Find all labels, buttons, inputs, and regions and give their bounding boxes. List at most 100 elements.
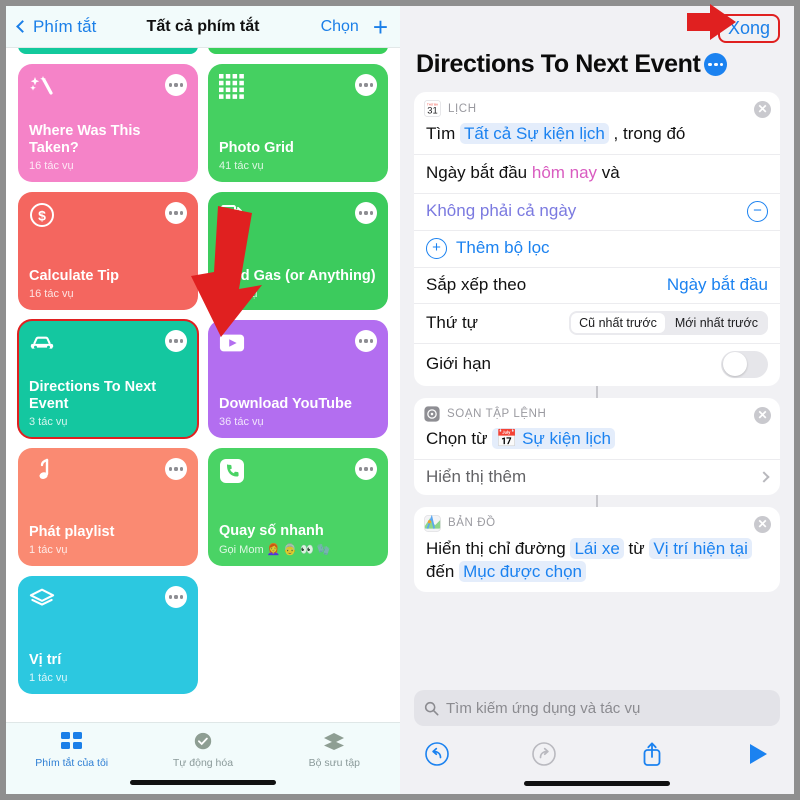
done-button[interactable]: Xong (717, 13, 780, 43)
shortcuts-grid: Where Was This Taken? 16 tác vụ Photo Gr… (17, 48, 388, 694)
screenshot-root: Phím tắt Tất cả phím tắt Chọn + Where Wa… (0, 0, 800, 800)
sort-by-row[interactable]: Sắp xếp theo Ngày bắt đầu (414, 266, 780, 303)
close-circle-icon[interactable]: ✕ (754, 515, 771, 533)
card-menu-button[interactable] (165, 202, 187, 224)
card-title: Calculate Tip (29, 267, 119, 284)
card-footer: Where Was This Taken? 16 tác vụ (29, 123, 187, 172)
action-filter-row[interactable]: Không phải cả ngày − (414, 192, 780, 230)
filter-label[interactable]: Không phải cả ngày (426, 201, 576, 221)
shortcut-card[interactable]: Vị trí 1 tác vụ (18, 576, 198, 694)
card-footer: Download YouTube 36 tác vụ (219, 396, 377, 428)
back-button[interactable]: Phím tắt (16, 17, 96, 37)
magic-wand-icon (30, 76, 53, 95)
search-input[interactable]: Tìm kiếm ứng dụng và tác vụ (414, 690, 780, 726)
undo-button[interactable] (424, 741, 450, 772)
card-menu-button[interactable] (355, 202, 377, 224)
action-parameter-token[interactable]: 📅 Sự kiện lịch (492, 427, 615, 449)
svg-text:31: 31 (427, 106, 437, 116)
tab-gallery[interactable]: Bộ sưu tập (269, 732, 400, 769)
action-card[interactable]: THỨ BA 31 LỊCH ✕ Tìm Tất cả Sự kiện lịch , … (414, 92, 780, 386)
navigation-bar: Phím tắt Tất cả phím tắt Chọn + (6, 6, 400, 48)
segment-option[interactable]: Cũ nhất trước (571, 312, 665, 333)
order-row[interactable]: Thứ tự Cũ nhất trước Mới nhất trước (414, 302, 780, 343)
card-header: $ (29, 202, 187, 228)
svg-text:$: $ (38, 208, 46, 224)
undo-icon (425, 742, 449, 766)
shortcut-card[interactable]: Where Was This Taken? 16 tác vụ (18, 64, 198, 182)
card-header (219, 458, 377, 484)
shortcut-card[interactable]: Find Gas (or Anything) 3 tác vụ (208, 192, 388, 310)
action-parameter-token[interactable]: Vị trí hiện tại (649, 537, 752, 559)
card-menu-button[interactable] (355, 74, 377, 96)
card-title: Download YouTube (219, 395, 352, 412)
card-menu-button[interactable] (165, 586, 187, 608)
action-card[interactable]: BẢN ĐỒ ✕ Hiển thị chỉ đường Lái xe từ Vị t… (414, 506, 780, 592)
chevron-left-icon (16, 20, 29, 33)
card-title: Directions To Next Event (29, 378, 157, 412)
action-card[interactable]: SOẠN TẬP LỆNH ✕ Chọn từ 📅 Sự kiện lịch Hiển… (414, 397, 780, 495)
order-segmented-control[interactable]: Cũ nhất trước Mới nhất trước (569, 310, 768, 335)
card-menu-button[interactable] (355, 458, 377, 480)
action-parameter-token[interactable]: Tất cả Sự kiện lịch (460, 123, 609, 144)
close-circle-icon[interactable]: ✕ (754, 406, 771, 424)
search-icon (424, 701, 439, 715)
redo-button[interactable] (531, 741, 557, 772)
grid-dots-icon (219, 74, 244, 99)
sort-by-value[interactable]: Ngày bắt đầu (667, 275, 768, 295)
music-note-icon (39, 458, 49, 479)
home-indicator-right (524, 781, 670, 786)
share-icon (643, 742, 661, 766)
action-statement-row[interactable]: Ngày bắt đầu hôm nay và (414, 153, 780, 193)
select-button[interactable]: Chọn (321, 18, 359, 36)
card-subtitle: Gọi Mom 👩‍🦰 👵 👀 🧤 (219, 544, 331, 556)
action-app-name: LỊCH (448, 102, 477, 115)
shortcut-card[interactable]: Photo Grid 41 tác vụ (208, 64, 388, 182)
action-list[interactable]: THỨ BA 31 LỊCH ✕ Tìm Tất cả Sự kiện lịch , … (400, 92, 794, 682)
limit-row[interactable]: Giới hạn (414, 342, 780, 386)
add-shortcut-button[interactable]: + (373, 14, 388, 40)
run-button[interactable] (746, 741, 770, 772)
shortcut-card[interactable]: Directions To Next Event 3 tác vụ (17, 319, 199, 439)
car-icon (30, 336, 54, 349)
card-subtitle: 36 tác vụ (219, 416, 264, 428)
action-statement-row[interactable]: Tìm Tất cả Sự kiện lịch , trong đó (414, 119, 780, 154)
card-footer: Photo Grid 41 tác vụ (219, 140, 377, 172)
nav-actions: Chọn + (321, 14, 388, 40)
dot-1 (708, 62, 712, 67)
shortcut-card[interactable]: Phát playlist 1 tác vụ (18, 448, 198, 566)
card-menu-button[interactable] (355, 330, 377, 352)
action-parameter-token[interactable]: Lái xe (570, 537, 624, 559)
action-parameter-token[interactable]: Mục được chọn (459, 560, 587, 582)
shortcut-details-button[interactable] (704, 53, 728, 76)
shortcut-card-partial[interactable] (18, 48, 198, 54)
close-circle-icon[interactable]: ✕ (754, 101, 771, 118)
tab-my-shortcuts[interactable]: Phím tắt của tôi (6, 732, 137, 769)
shortcut-card[interactable]: Download YouTube 36 tác vụ (208, 320, 388, 438)
add-filter-row[interactable]: + Thêm bộ lọc (414, 229, 780, 267)
show-more-row[interactable]: Hiển thị thêm (414, 458, 780, 495)
tab-automation[interactable]: Tự động hóa (137, 732, 268, 769)
action-statement-row[interactable]: Hiển thị chỉ đường Lái xe từ Vị trí hiện… (414, 534, 780, 592)
show-more-label[interactable]: Hiển thị thêm (426, 467, 526, 487)
card-header (29, 330, 187, 356)
shortcut-card[interactable]: Quay số nhanh Gọi Mom 👩‍🦰 👵 👀 🧤 (208, 448, 388, 566)
minus-circle-icon[interactable]: − (747, 200, 768, 222)
limit-toggle[interactable] (721, 350, 768, 378)
shortcut-card[interactable]: $ Calculate Tip 16 tác vụ (18, 192, 198, 310)
check-clock-icon (194, 732, 212, 750)
plus-circle-icon[interactable]: + (426, 237, 447, 259)
card-menu-button[interactable] (165, 330, 187, 352)
card-footer: Vị trí 1 tác vụ (29, 652, 187, 684)
action-parameter-date[interactable]: hôm nay (532, 163, 597, 182)
shortcuts-grid-scroll[interactable]: Where Was This Taken? 16 tác vụ Photo Gr… (6, 48, 400, 722)
add-filter-label[interactable]: Thêm bộ lọc (456, 238, 550, 258)
shortcut-card-partial[interactable] (208, 48, 388, 54)
share-button[interactable] (639, 740, 665, 773)
chevron-right-icon (758, 471, 770, 483)
segment-option[interactable]: Mới nhất trước (667, 313, 766, 333)
card-subtitle: 1 tác vụ (29, 544, 68, 556)
shortcuts-list-screen: Phím tắt Tất cả phím tắt Chọn + Where Wa… (0, 0, 400, 800)
action-statement-row[interactable]: Chọn từ 📅 Sự kiện lịch (414, 424, 780, 459)
card-menu-button[interactable] (165, 74, 187, 96)
card-menu-button[interactable] (165, 458, 187, 480)
